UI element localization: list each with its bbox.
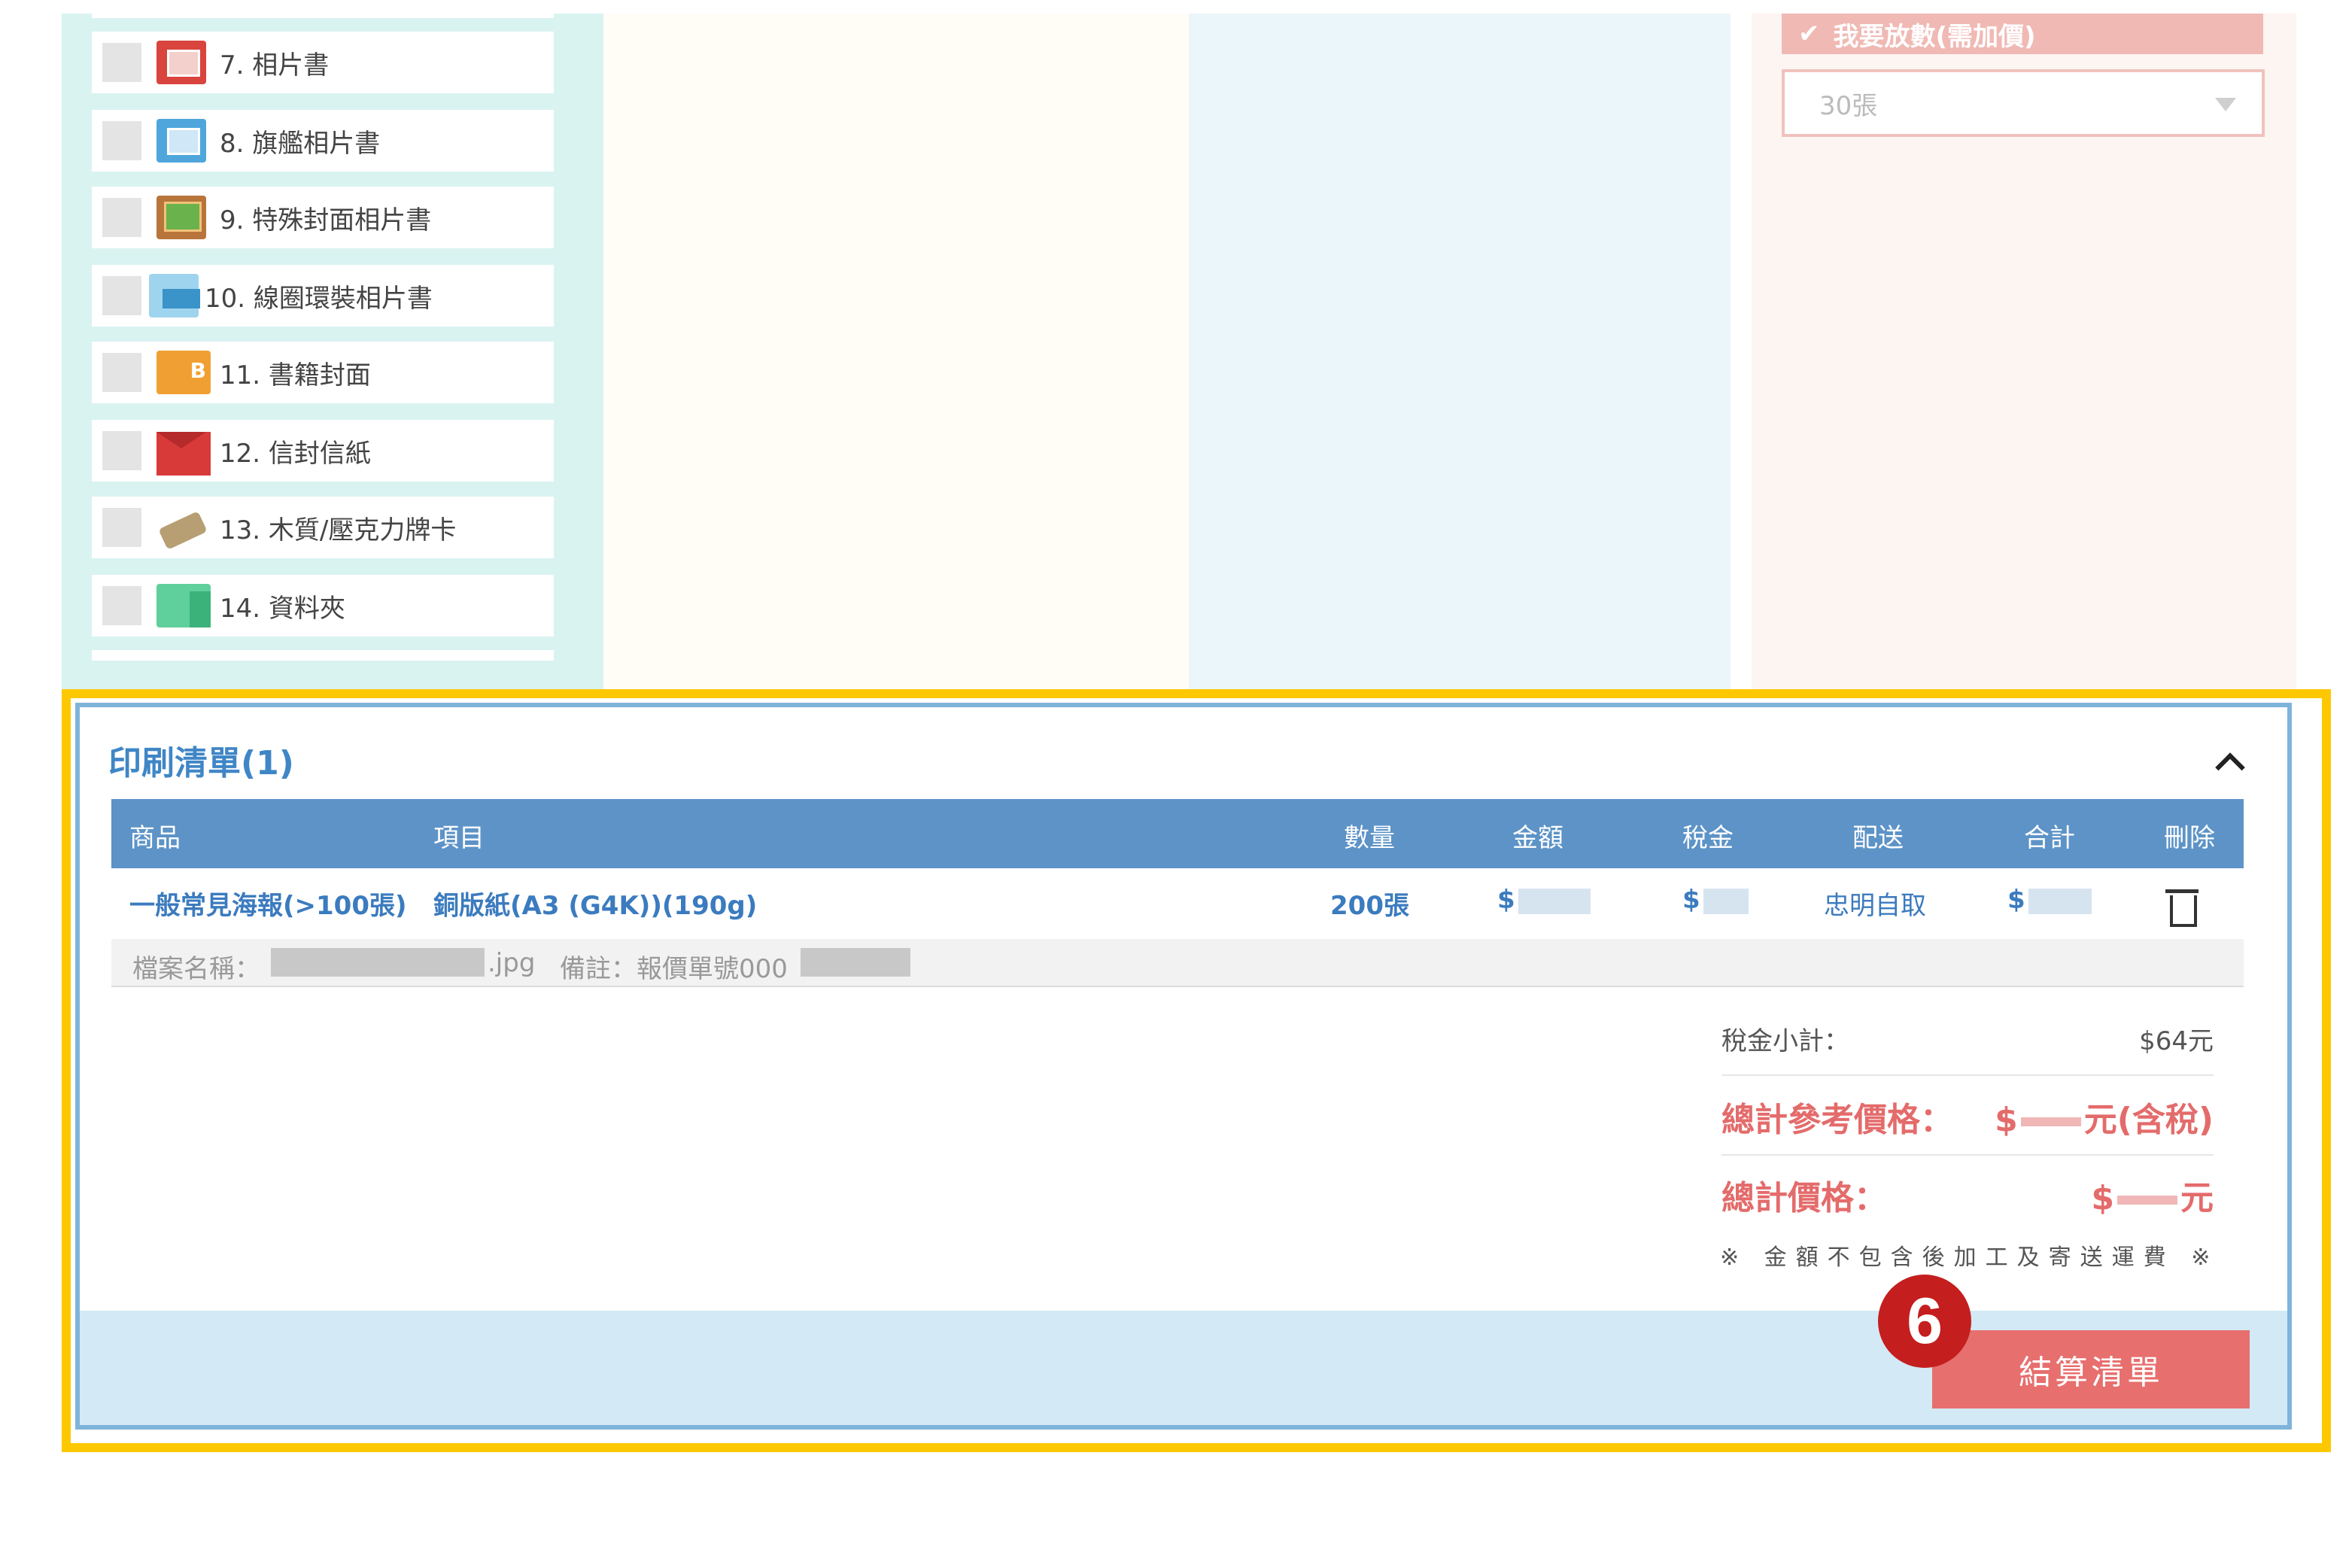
column-header: 刪除 (2164, 823, 2215, 853)
item-checkbox[interactable] (102, 121, 141, 160)
column-header: 稅金 (1682, 823, 1734, 853)
item-label: 7. 相片書 (220, 50, 330, 81)
quantity-select[interactable]: 30張 (1782, 69, 2265, 137)
divider (111, 986, 2244, 987)
book-cover-icon (156, 351, 211, 394)
column-header: 配送 (1852, 823, 1904, 853)
item-checkbox[interactable] (102, 198, 141, 237)
coil-bound-photo-book-icon (149, 274, 200, 318)
reference-price-value: $ 元(含稅) (1995, 1092, 2214, 1141)
item-label: 9. 特殊封面相片書 (220, 205, 432, 236)
file-extension: .jpg (488, 948, 536, 978)
redacted-quote-number (801, 948, 910, 977)
amount-value: $ (1497, 885, 1591, 915)
item-checkbox[interactable] (102, 508, 141, 547)
tax-subtotal-value: $64元 (2139, 1026, 2214, 1056)
wooden-tag-icon (156, 506, 211, 549)
list-item[interactable]: 9. 特殊封面相片書 (92, 187, 554, 248)
redacted-file-name (271, 948, 485, 977)
note-label: 備註：報價單號000 (560, 954, 788, 984)
item-label: 12. 信封信紙 (220, 438, 371, 469)
item-spec[interactable]: 銅版紙(A3 (G4K))(190g) (433, 885, 757, 922)
tax-subtotal-label: 稅金小計： (1721, 1026, 1849, 1056)
total-prefix: $ (2007, 885, 2025, 915)
delivery-method: 忠明自取 (1824, 891, 1926, 921)
list-item[interactable]: 7. 相片書 (92, 32, 554, 93)
item-checkbox[interactable] (102, 43, 141, 82)
list-item[interactable]: 8. 旗艦相片書 (92, 110, 554, 172)
item-checkbox[interactable] (102, 353, 141, 392)
step-badge: 6 (1878, 1275, 1971, 1368)
column-header: 商品 (129, 823, 181, 853)
total-price-suffix: 元 (2180, 1179, 2214, 1217)
item-label: 13. 木質/壓克力牌卡 (220, 515, 457, 545)
photo-book-icon (156, 41, 206, 84)
upgrade-option[interactable]: ✔ 我要放數(需加價) (1782, 14, 2263, 54)
item-label: 10. 線圈環裝相片書 (205, 283, 433, 314)
list-item[interactable]: 11. 書籍封面 (92, 342, 554, 403)
chevron-down-icon (2215, 98, 2236, 111)
list-item (92, 14, 554, 18)
amount-prefix: $ (1497, 885, 1515, 915)
redacted-amount (1518, 888, 1591, 914)
item-label: 8. 旗艦相片書 (220, 128, 381, 159)
item-label: 11. 書籍封面 (220, 360, 371, 390)
list-item[interactable]: 13. 木質/壓克力牌卡 (92, 497, 554, 558)
redacted-reference-price (2020, 1117, 2081, 1126)
column-header: 項目 (433, 823, 485, 853)
item-checkbox[interactable] (102, 431, 141, 470)
column-header: 數量 (1344, 823, 1395, 853)
column-header: 金額 (1512, 823, 1563, 853)
file-info-row: 檔案名稱： .jpg 備註：報價單號000 (111, 939, 2244, 986)
item-checkbox[interactable] (102, 586, 141, 625)
envelope-icon (156, 432, 211, 476)
trash-icon[interactable] (2165, 885, 2199, 927)
price-note: ※ 金額不包含後加工及寄送運費 ※ (1720, 1244, 2220, 1271)
redacted-total-price (2117, 1196, 2177, 1205)
options-panel-2 (1189, 14, 1731, 689)
divider (1721, 1074, 2214, 1076)
redacted-total (2028, 888, 2092, 914)
item-checkbox[interactable] (102, 276, 141, 315)
folder-icon (156, 584, 211, 628)
quantity-select-value: 30張 (1819, 90, 1878, 121)
reference-price-prefix: $ (1995, 1101, 2018, 1139)
file-name-label: 檔案名稱： (132, 954, 260, 984)
checkout-button[interactable]: 結算清單 (1932, 1330, 2250, 1408)
redacted-tax (1703, 888, 1749, 914)
list-item[interactable]: 10. 線圈環裝相片書 (92, 265, 554, 327)
upgrade-label: 我要放數(需加價) (1833, 21, 2036, 52)
divider (1721, 1154, 2214, 1156)
column-header: 合計 (2024, 823, 2075, 853)
check-icon: ✔ (1798, 19, 1820, 49)
total-price-label: 總計價格： (1721, 1179, 1887, 1217)
list-item[interactable]: 14. 資料夾 (92, 575, 554, 637)
table-header: 商品 項目 數量 金額 稅金 配送 合計 刪除 (111, 799, 2244, 868)
table-row: 一般常見海報(>100張) 銅版紙(A3 (G4K))(190g) 200張 $… (111, 868, 2244, 939)
total-price-prefix: $ (2091, 1179, 2114, 1217)
special-cover-photo-book-icon (156, 196, 206, 239)
list-item[interactable]: 12. 信封信紙 (92, 420, 554, 482)
tax-prefix: $ (1682, 885, 1700, 915)
total-price-value: $ 元 (2091, 1171, 2214, 1219)
tax-value: $ (1682, 885, 1749, 915)
print-list-title: 印刷清單(1) (108, 744, 294, 782)
options-panel-1 (603, 14, 1189, 689)
reference-price-suffix: 元(含稅) (2083, 1101, 2214, 1139)
reference-price-label: 總計參考價格： (1721, 1101, 1953, 1139)
product-name[interactable]: 一般常見海報(>100張) (129, 885, 407, 922)
list-item (92, 650, 554, 661)
quantity-value: 200張 (1330, 891, 1409, 921)
row-total-value: $ (2007, 885, 2092, 915)
item-label: 14. 資料夾 (220, 593, 345, 624)
flagship-photo-book-icon (156, 119, 206, 163)
